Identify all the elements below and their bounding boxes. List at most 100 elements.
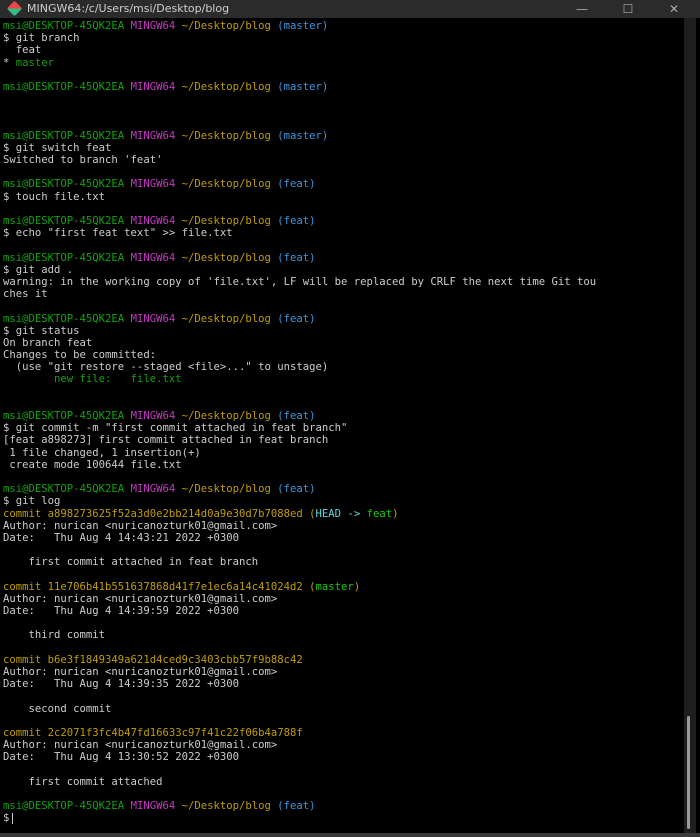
- terminal-line: $ git status: [3, 325, 596, 337]
- terminal-text: commit 2c2071f3fc4b47fd16633c97f41c22f06…: [3, 726, 303, 739]
- terminal-text: Author: nurican <nuricanozturk01@gmail.c…: [3, 519, 278, 532]
- maximize-button[interactable]: ☐: [605, 0, 651, 18]
- terminal-text: 1 file changed, 1 insertion(+): [3, 446, 201, 459]
- terminal-line: ches it: [3, 288, 596, 300]
- terminal-text: second commit: [3, 702, 112, 715]
- terminal-text: msi@DESKTOP-45QK2EA: [3, 483, 131, 496]
- terminal-line: Date: Thu Aug 4 14:43:21 2022 +0300: [3, 532, 596, 544]
- terminal-text: msi@DESKTOP-45QK2EA: [3, 20, 131, 32]
- terminal-text: ches it: [3, 288, 48, 301]
- terminal-line: (use "git restore --staged <file>..." to…: [3, 361, 596, 373]
- terminal-line: Date: Thu Aug 4 14:39:59 2022 +0300: [3, 605, 596, 617]
- terminal-line: msi@DESKTOP-45QK2EA MINGW64 ~/Desktop/bl…: [3, 313, 596, 325]
- terminal-text: MINGW64: [130, 215, 182, 227]
- terminal-text: (feat): [277, 800, 316, 812]
- terminal-text: Date: Thu Aug 4 14:39:35 2022 +0300: [3, 678, 239, 691]
- terminal-text: ~/Desktop/blog: [181, 80, 278, 93]
- terminal-text: commit b6e3f1849349a621d4ced9c3403cbb57f…: [3, 653, 303, 666]
- minimize-button[interactable]: —: [559, 0, 605, 18]
- terminal-text: msi@DESKTOP-45QK2EA: [3, 215, 131, 227]
- terminal-line: first commit attached: [3, 776, 596, 788]
- window-title-bar: MINGW64:/c/Users/msi/Desktop/blog — ☐ ✕: [0, 0, 700, 18]
- terminal-text: master: [15, 56, 55, 69]
- terminal-text: MINGW64: [130, 410, 182, 422]
- terminal-line: msi@DESKTOP-45QK2EA MINGW64 ~/Desktop/bl…: [3, 483, 596, 495]
- git-app-icon: [6, 0, 23, 17]
- terminal-text: MINGW64: [130, 312, 182, 325]
- terminal-line: Author: nurican <nuricanozturk01@gmail.c…: [3, 593, 596, 605]
- terminal-text: msi@DESKTOP-45QK2EA: [3, 410, 131, 422]
- terminal-line: Changes to be committed:: [3, 349, 596, 361]
- terminal-text: ~/Desktop/blog: [181, 251, 278, 264]
- terminal-line: commit b6e3f1849349a621d4ced9c3403cbb57f…: [3, 654, 596, 666]
- terminal-text: $ git branch: [3, 32, 80, 45]
- terminal-text: master: [315, 580, 354, 593]
- terminal-text: msi@DESKTOP-45QK2EA: [3, 178, 131, 191]
- text-cursor: [12, 812, 14, 824]
- terminal-text: msi@DESKTOP-45QK2EA: [3, 312, 131, 325]
- terminal-text: ): [392, 507, 399, 520]
- terminal-line: msi@DESKTOP-45QK2EA MINGW64 ~/Desktop/bl…: [3, 252, 596, 264]
- terminal-line: [feat a898273] first commit attached in …: [3, 434, 596, 446]
- terminal-text: MINGW64: [130, 129, 182, 142]
- terminal-text: ~/Desktop/blog: [181, 483, 278, 496]
- terminal-text: (feat): [277, 312, 316, 325]
- terminal-line: create mode 100644 file.txt: [3, 459, 596, 471]
- terminal-text: (use "git restore --staged <file>..." to…: [3, 361, 329, 374]
- terminal-line: feat: [3, 44, 596, 56]
- terminal-line: Date: Thu Aug 4 14:39:35 2022 +0300: [3, 678, 596, 690]
- terminal-line: Author: nurican <nuricanozturk01@gmail.c…: [3, 739, 596, 751]
- terminal-text: Author: nurican <nuricanozturk01@gmail.c…: [3, 592, 278, 605]
- terminal-line: warning: in the working copy of 'file.tx…: [3, 276, 596, 288]
- terminal-line: Date: Thu Aug 4 13:30:52 2022 +0300: [3, 751, 596, 763]
- terminal-line: msi@DESKTOP-45QK2EA MINGW64 ~/Desktop/bl…: [3, 800, 596, 812]
- terminal-text: $ echo "first feat text" >> file.txt: [3, 227, 233, 240]
- terminal-output[interactable]: msi@DESKTOP-45QK2EA MINGW64 ~/Desktop/bl…: [0, 18, 684, 833]
- terminal-line: first commit attached in feat branch: [3, 556, 596, 568]
- terminal-line: * master: [3, 57, 596, 69]
- terminal-text: Author: nurican <nuricanozturk01@gmail.c…: [3, 739, 278, 752]
- close-button[interactable]: ✕: [651, 0, 697, 18]
- terminal-line: $ git log: [3, 495, 596, 507]
- terminal-text: (master): [277, 80, 329, 93]
- terminal-line: msi@DESKTOP-45QK2EA MINGW64 ~/Desktop/bl…: [3, 178, 596, 190]
- terminal-line: $ git commit -m "first commit attached i…: [3, 422, 596, 434]
- scrollbar-track[interactable]: [684, 18, 696, 833]
- terminal-line: msi@DESKTOP-45QK2EA MINGW64 ~/Desktop/bl…: [3, 130, 596, 142]
- scrollbar-thumb[interactable]: [687, 716, 690, 829]
- terminal-text: *: [3, 56, 16, 69]
- terminal-line: $ echo "first feat text" >> file.txt: [3, 227, 596, 239]
- terminal-text: ~/Desktop/blog: [181, 410, 278, 422]
- terminal-text: MINGW64: [130, 251, 182, 264]
- terminal-text: new file: file.txt: [3, 373, 182, 386]
- terminal-line: second commit: [3, 703, 596, 715]
- terminal-text: ~/Desktop/blog: [181, 129, 278, 142]
- terminal-text: msi@DESKTOP-45QK2EA: [3, 129, 131, 142]
- terminal-line: commit a898273625f52a3d0e2bb214d0a9e30d7…: [3, 508, 596, 520]
- terminal-text: msi@DESKTOP-45QK2EA: [3, 251, 131, 264]
- terminal-line: $ git add .: [3, 264, 596, 276]
- terminal-text: third commit: [3, 629, 106, 642]
- terminal-text: ~/Desktop/blog: [181, 20, 278, 32]
- terminal-text: commit a898273625f52a3d0e2bb214d0a9e30d7…: [3, 507, 310, 520]
- terminal-text: ~/Desktop/blog: [181, 178, 278, 191]
- terminal-text: $ git status: [3, 324, 80, 337]
- terminal-text: $ touch file.txt: [3, 190, 106, 203]
- terminal-line: $ git branch: [3, 32, 596, 44]
- terminal-line: $: [3, 812, 596, 824]
- terminal-text: ~/Desktop/blog: [181, 800, 278, 812]
